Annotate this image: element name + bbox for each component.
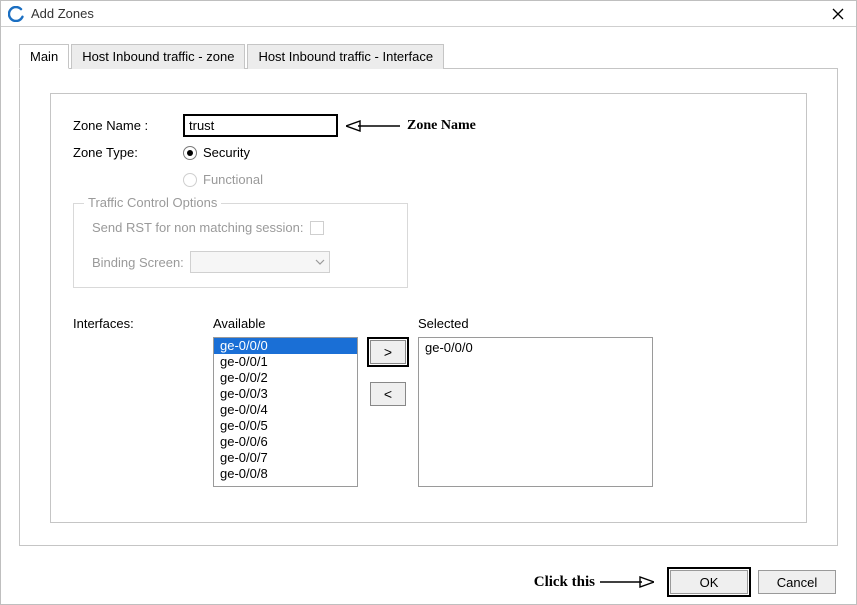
radio-security[interactable] (183, 146, 197, 160)
list-item[interactable]: ge-0/0/0 (425, 340, 646, 355)
send-rst-checkbox[interactable] (310, 221, 324, 235)
chevron-down-icon (315, 257, 325, 267)
dialog-buttons: Click this OK Cancel (534, 570, 836, 594)
interfaces-section: Interfaces: Available ge-0/0/0ge-0/0/1ge… (73, 316, 784, 487)
traffic-control-group: Traffic Control Options Send RST for non… (73, 203, 408, 288)
zone-name-input[interactable] (183, 114, 338, 137)
radio-functional-wrap[interactable]: Functional (183, 172, 263, 187)
list-item[interactable]: ge-0/0/3 (214, 386, 357, 402)
arrow-left-icon (346, 118, 401, 134)
list-item[interactable]: ge-0/0/6 (214, 434, 357, 450)
selected-listbox[interactable]: ge-0/0/0 (418, 337, 653, 487)
dialog-window: Add Zones Main Host Inbound traffic - zo… (0, 0, 857, 605)
ok-button[interactable]: OK (670, 570, 748, 594)
list-item[interactable]: ge-0/0/0 (214, 338, 357, 354)
tab-host-inbound-interface[interactable]: Host Inbound traffic - Interface (247, 44, 444, 69)
send-rst-label: Send RST for non matching session: (92, 220, 304, 235)
list-item[interactable]: ge-0/0/5 (214, 418, 357, 434)
available-header: Available (213, 316, 358, 331)
interfaces-label: Interfaces: (73, 316, 213, 331)
radio-security-label: Security (203, 145, 250, 160)
list-item[interactable]: ge-0/0/1 (214, 354, 357, 370)
list-item[interactable]: ge-0/0/2 (214, 370, 357, 386)
zone-type-row: Zone Type: Security Functional (73, 145, 784, 187)
move-right-button[interactable]: > (370, 340, 406, 364)
zone-name-annotation: Zone Name (407, 118, 476, 134)
radio-functional[interactable] (183, 173, 197, 187)
zone-type-options: Security Functional (183, 145, 263, 187)
tabpage-main: Zone Name : Zone Name Zone Type: (19, 69, 838, 546)
list-item[interactable]: ge-0/0/4 (214, 402, 357, 418)
available-listbox[interactable]: ge-0/0/0ge-0/0/1ge-0/0/2ge-0/0/3ge-0/0/4… (213, 337, 358, 487)
list-item[interactable]: ge-0/0/7 (214, 450, 357, 466)
move-buttons: > < (358, 340, 418, 424)
titlebar: Add Zones (1, 1, 856, 27)
zone-type-label: Zone Type: (73, 145, 183, 160)
close-icon[interactable] (826, 4, 850, 24)
window-title: Add Zones (31, 6, 826, 21)
radio-security-wrap[interactable]: Security (183, 145, 263, 160)
selected-column: Selected ge-0/0/0 (418, 316, 653, 487)
tab-main[interactable]: Main (19, 44, 69, 69)
click-this-annotation: Click this (534, 574, 595, 591)
zone-name-row: Zone Name : Zone Name (73, 114, 784, 137)
traffic-control-title: Traffic Control Options (84, 195, 221, 210)
binding-screen-combo[interactable] (190, 251, 330, 273)
binding-screen-label: Binding Screen: (92, 255, 184, 270)
inner-panel: Zone Name : Zone Name Zone Type: (50, 93, 807, 523)
zone-name-label: Zone Name : (73, 118, 183, 133)
list-item[interactable]: ge-0/0/8 (214, 466, 357, 482)
available-column: Available ge-0/0/0ge-0/0/1ge-0/0/2ge-0/0… (213, 316, 358, 487)
tabstrip: Main Host Inbound traffic - zone Host In… (19, 43, 838, 69)
arrow-right-icon (599, 574, 654, 590)
client-area: Main Host Inbound traffic - zone Host In… (1, 27, 856, 604)
move-left-button[interactable]: < (370, 382, 406, 406)
tab-host-inbound-zone[interactable]: Host Inbound traffic - zone (71, 44, 245, 69)
app-icon (7, 5, 25, 23)
selected-header: Selected (418, 316, 653, 331)
cancel-button[interactable]: Cancel (758, 570, 836, 594)
radio-functional-label: Functional (203, 172, 263, 187)
